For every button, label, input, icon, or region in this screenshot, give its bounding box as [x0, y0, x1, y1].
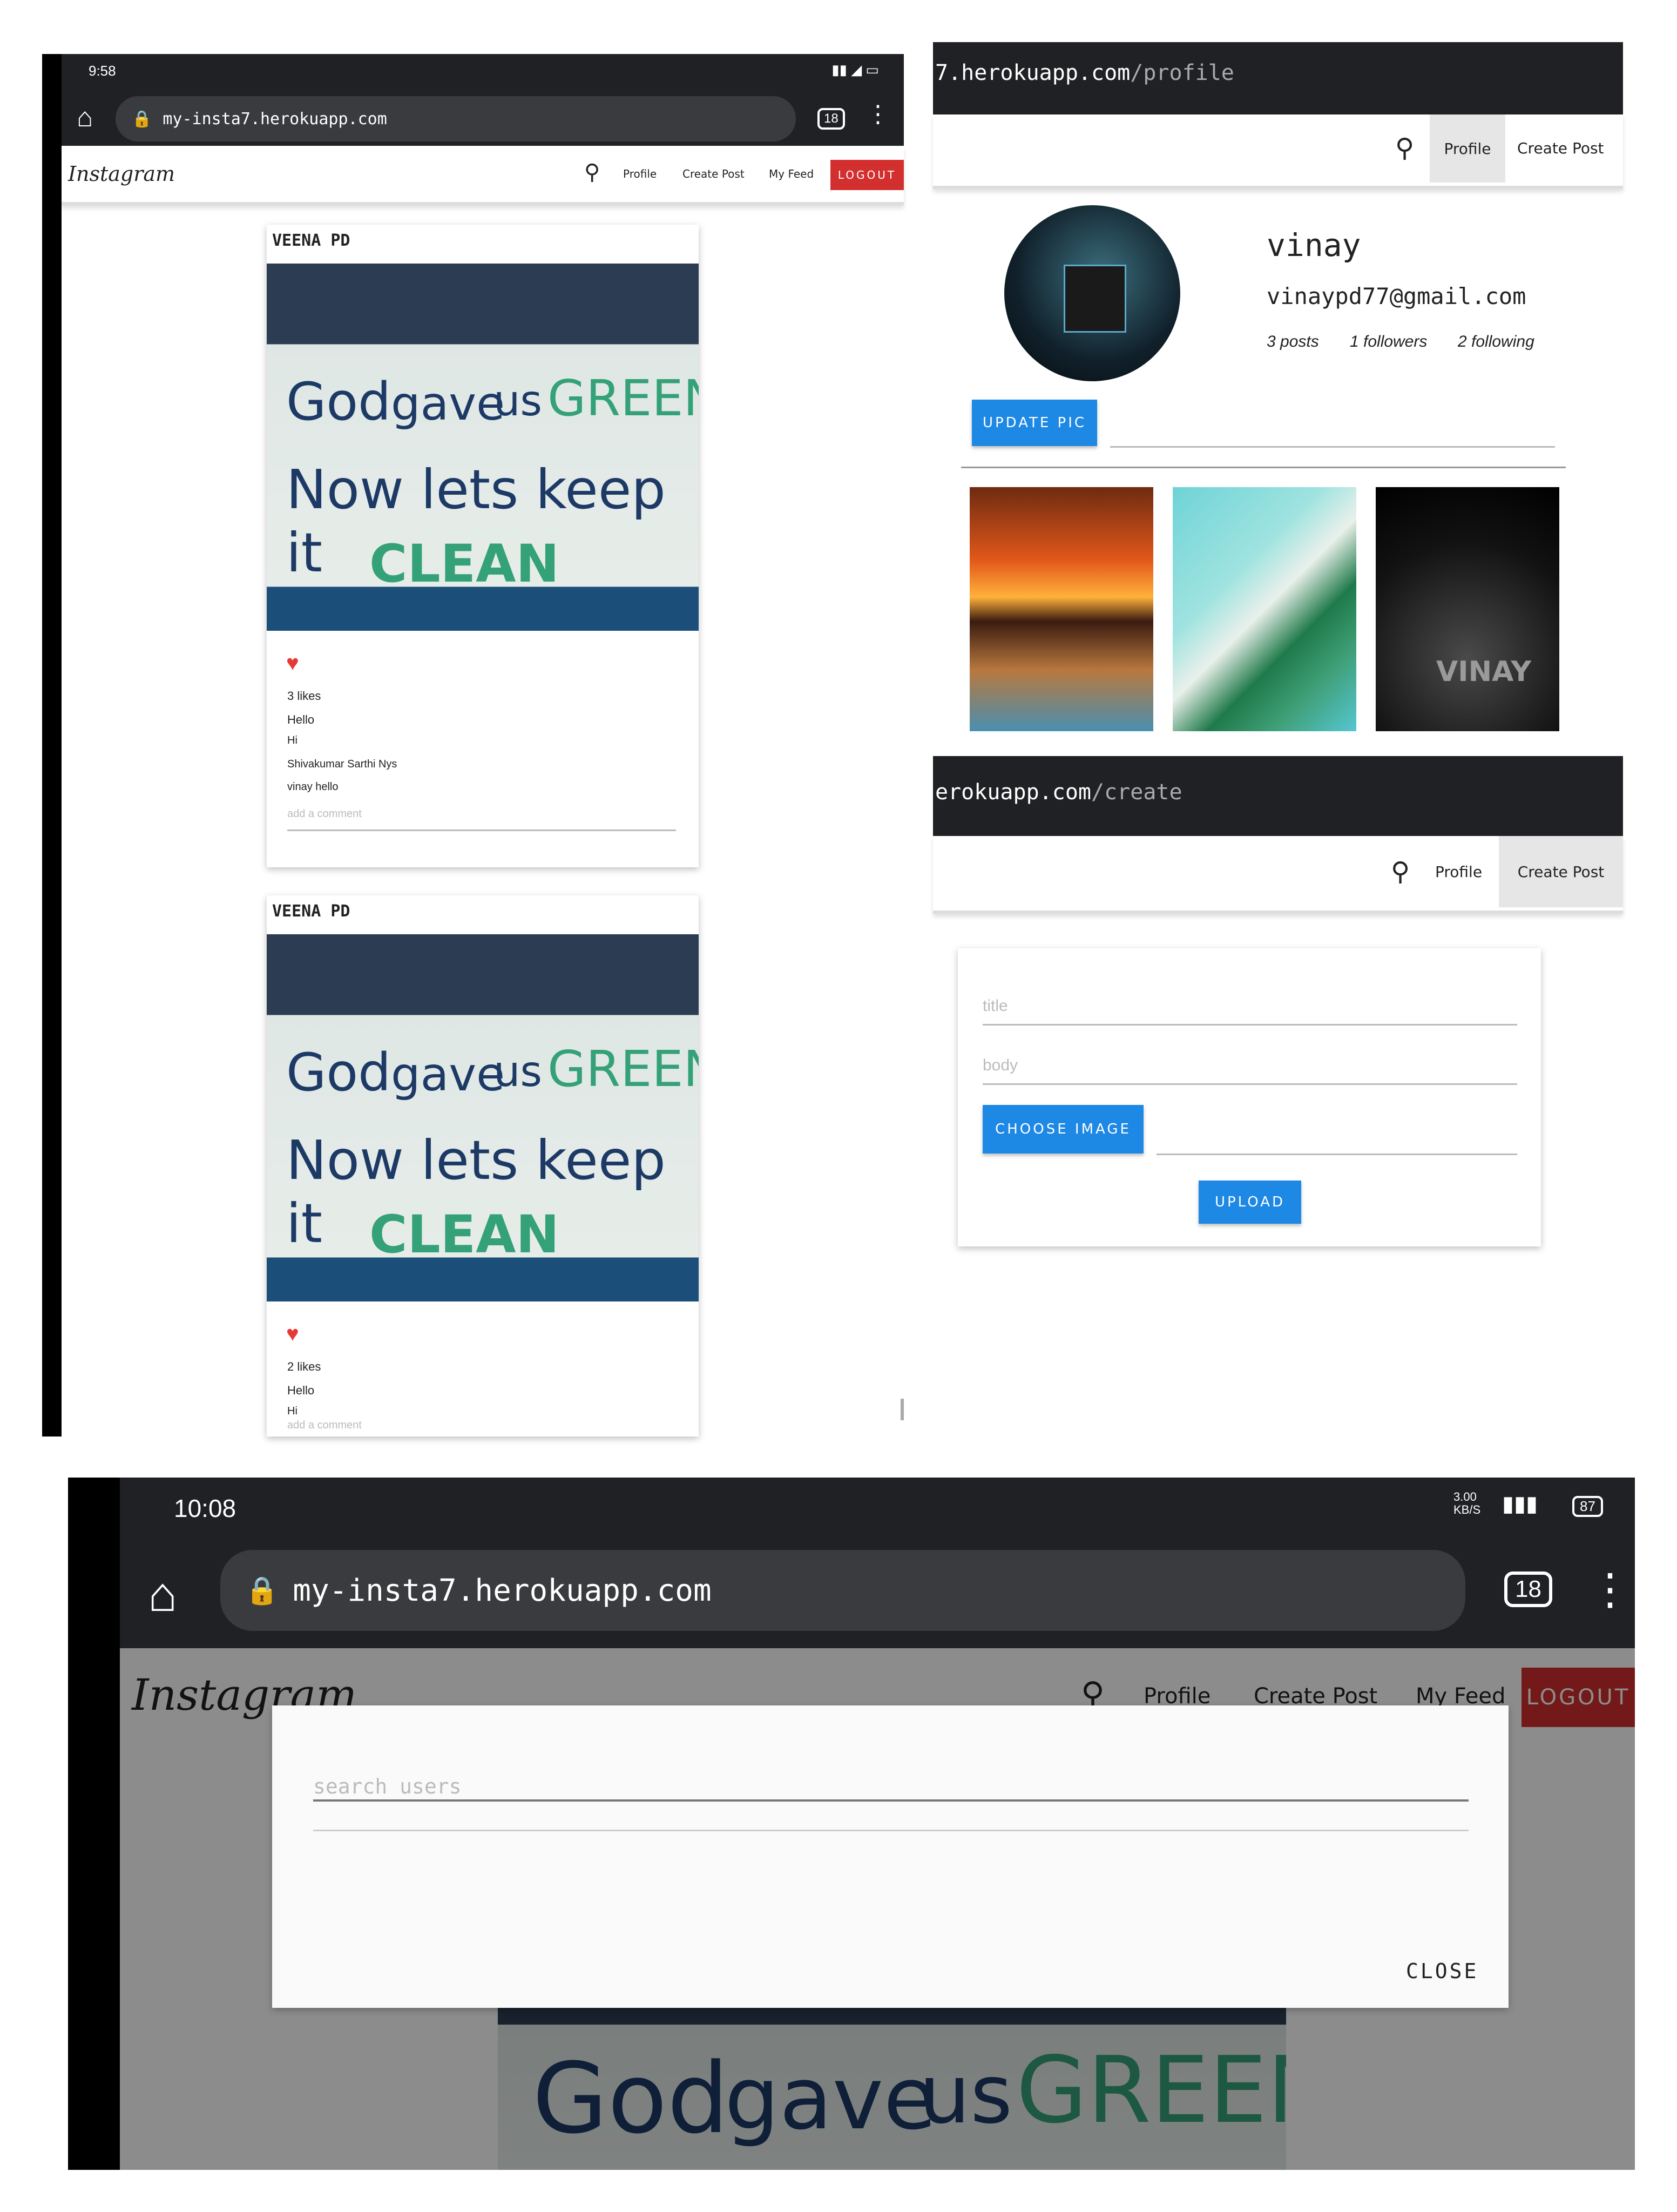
create-navbar: ⚲ Profile Create Post — [933, 836, 1623, 914]
post-author[interactable]: VEENA PD — [272, 902, 350, 921]
body-input[interactable]: body — [983, 1040, 1517, 1085]
lock-icon: 🔒 — [132, 110, 152, 128]
post-comment: Hello — [287, 713, 315, 726]
create-post-card: title body CHOOSE IMAGE UPLOAD — [958, 948, 1541, 1246]
feed-url-text: my-insta7.herokuapp.com — [163, 109, 387, 129]
battery-level: 87 — [1580, 1498, 1595, 1514]
create-url-path: /create — [1091, 780, 1182, 805]
nav-my-feed[interactable]: My Feed — [769, 167, 814, 180]
heart-icon[interactable]: ♥ — [286, 1322, 299, 1346]
image-file-field[interactable] — [1157, 1105, 1517, 1155]
feed-status-bar: 9:58 ▮▮ ◢ ▭ — [62, 54, 904, 92]
gallery-watermark: VINAY — [1436, 656, 1532, 688]
post-comment: Hello — [287, 1384, 315, 1397]
search-status-time: 10:08 — [174, 1494, 236, 1522]
search-modal: search users CLOSE — [272, 1705, 1509, 2008]
lock-icon: 🔒 — [245, 1575, 279, 1606]
post-comment: Shivakumar Sarthi Nys — [287, 758, 397, 770]
post-image: God gave us GREEN Now lets keep it CLEAN — [267, 264, 699, 631]
nav-create-post[interactable]: Create Post — [1499, 836, 1623, 907]
logout-button[interactable]: LOGOUT — [830, 160, 904, 190]
add-comment-input[interactable]: add a comment — [287, 808, 676, 831]
profile-email: vinaypd77@gmail.com — [1267, 283, 1526, 309]
home-icon[interactable]: ⌂ — [148, 1567, 177, 1623]
feed-navbar: Instagram ⚲ Profile Create Post My Feed … — [62, 146, 904, 205]
gallery-image-beach[interactable] — [1173, 487, 1356, 731]
tabs-count-icon[interactable]: 18 — [1504, 1572, 1552, 1607]
panel-search-left-edge — [68, 1478, 120, 2170]
gallery-image-sunset[interactable] — [970, 487, 1153, 731]
nav-create-post[interactable]: Create Post — [1517, 139, 1604, 157]
brand-logo[interactable]: Instagram — [68, 162, 175, 186]
create-url-host: erokuapp.com — [935, 780, 1091, 805]
post-card: VEENA PD God gave us GREEN Now lets keep… — [267, 895, 699, 1437]
followers-count[interactable]: 1 followers — [1350, 333, 1427, 351]
more-menu-icon[interactable]: ⋮ — [1588, 1564, 1632, 1614]
tabs-count-icon[interactable]: 18 — [817, 108, 845, 130]
search-url-bar[interactable]: 🔒 my-insta7.herokuapp.com — [220, 1550, 1465, 1631]
search-icon[interactable]: ⚲ — [584, 160, 600, 185]
search-icon[interactable]: ⚲ — [1395, 133, 1414, 163]
post-card: VEENA PD God gave us GREEN Now lets keep… — [267, 225, 699, 867]
posts-count: 3 posts — [1267, 333, 1319, 350]
create-url-bar: erokuapp.com/create — [933, 756, 1623, 836]
search-results-divider — [313, 1830, 1469, 1831]
likes-count: 3 likes — [287, 689, 321, 703]
profile-divider — [961, 467, 1566, 468]
title-input[interactable]: title — [983, 981, 1517, 1026]
home-icon[interactable]: ⌂ — [77, 102, 93, 133]
following-count[interactable]: 2 following — [1458, 333, 1534, 351]
profile-url-path: /profile — [1130, 60, 1234, 85]
update-pic-button[interactable]: UPDATE PIC — [972, 400, 1097, 446]
feed-browser-bar: ⌂ 🔒 my-insta7.herokuapp.com 18 ⋮ — [62, 92, 904, 146]
add-comment-input[interactable]: add a comment — [287, 1419, 676, 1435]
panel-feed-left-edge — [42, 54, 62, 1437]
likes-count: 2 likes — [287, 1360, 321, 1373]
post-comment: Hi — [287, 1405, 297, 1417]
nav-create-post[interactable]: Create Post — [682, 167, 745, 180]
profile-url-host: 7.herokuapp.com — [935, 60, 1131, 85]
update-pic-file-field[interactable] — [1110, 400, 1555, 448]
scrollbar[interactable] — [901, 1399, 904, 1420]
feed-status-icons: ▮▮ ◢ ▭ — [831, 62, 879, 78]
choose-image-button[interactable]: CHOOSE IMAGE — [983, 1105, 1144, 1154]
profile-url-bar: 7.herokuapp.com/profile — [933, 42, 1623, 114]
battery-icon: 87 — [1572, 1496, 1603, 1517]
profile-navbar: ⚲ Profile Create Post — [933, 114, 1623, 189]
post-image: God gave us GREEN Now lets keep it CLEAN — [267, 934, 699, 1301]
search-browser-bar: ⌂ 🔒 my-insta7.herokuapp.com 18 ⋮ — [120, 1540, 1635, 1648]
post-author[interactable]: VEENA PD — [272, 231, 350, 250]
nav-profile[interactable]: Profile — [1430, 114, 1505, 183]
more-menu-icon[interactable]: ⋮ — [866, 100, 890, 128]
signal-icon: ▮▮▮ — [1502, 1492, 1538, 1516]
post-comment: vinay hello — [287, 781, 339, 793]
search-icon[interactable]: ⚲ — [1391, 857, 1410, 887]
search-status-bar: 10:08 3.00 KB/S ▮▮▮ 87 — [120, 1478, 1635, 1540]
nav-profile[interactable]: Profile — [623, 167, 657, 180]
search-url-text: my-insta7.herokuapp.com — [293, 1573, 712, 1608]
gallery-image-dark[interactable]: VINAY — [1376, 487, 1559, 731]
feed-url-bar[interactable]: 🔒 my-insta7.herokuapp.com — [116, 96, 796, 141]
heart-icon[interactable]: ♥ — [286, 651, 299, 676]
feed-status-time: 9:58 — [89, 63, 116, 79]
network-speed: 3.00 KB/S — [1453, 1490, 1481, 1516]
search-users-input[interactable]: search users — [313, 1753, 1469, 1802]
close-button[interactable]: CLOSE — [1406, 1959, 1478, 1983]
upload-button[interactable]: UPLOAD — [1199, 1181, 1301, 1224]
avatar[interactable] — [1004, 205, 1180, 381]
nav-profile[interactable]: Profile — [1435, 863, 1482, 881]
post-comment: Hi — [287, 734, 297, 746]
profile-name: vinay — [1267, 227, 1361, 264]
